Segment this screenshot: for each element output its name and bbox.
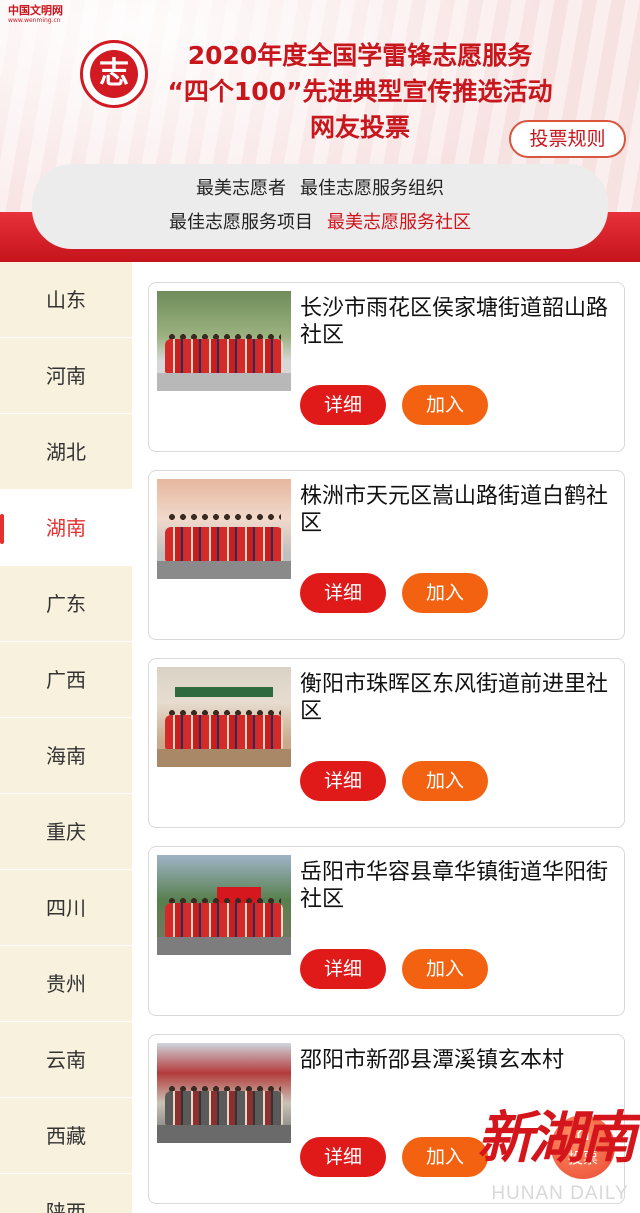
sidebar-item-guangdong[interactable]: 广东 [0,566,132,642]
sidebar-item-xizang[interactable]: 西藏 [0,1098,132,1174]
list-item[interactable]: 岳阳市华容县章华镇街道华阳街社区 详细 加入 [148,846,625,1016]
vote-float-button[interactable]: ⌂ 投票 [551,1115,615,1179]
detail-button[interactable]: 详细 [300,385,386,425]
community-photo[interactable] [157,291,291,391]
sidebar-item-sichuan[interactable]: 四川 [0,870,132,946]
tab-best-organization[interactable]: 最佳志愿服务组织 [300,178,444,200]
vote-rules-button[interactable]: 投票规则 [509,120,626,158]
community-title: 岳阳市华容县章华镇街道华阳街社区 [300,860,609,912]
sidebar-item-hainan[interactable]: 海南 [0,718,132,794]
detail-button[interactable]: 详细 [300,949,386,989]
sidebar-item-shandong[interactable]: 山东 [0,262,132,338]
sidebar-item-guangxi[interactable]: 广西 [0,642,132,718]
sidebar-item-chongqing[interactable]: 重庆 [0,794,132,870]
join-button[interactable]: 加入 [402,573,488,613]
tab-best-project[interactable]: 最佳志愿服务项目 [169,212,313,234]
community-title: 长沙市雨花区侯家塘街道韶山路社区 [300,296,609,348]
volunteer-emblem-icon: 志 [80,40,148,108]
page-title: 2020年度全国学雷锋志愿服务 “四个100”先进典型宣传推选活动 网友投票 [150,38,570,146]
site-name: 中国文明网 [8,4,63,17]
community-photo[interactable] [157,1043,291,1143]
sidebar-item-hunan[interactable]: 湖南 [0,490,132,566]
detail-button[interactable]: 详细 [300,761,386,801]
tab-best-community[interactable]: 最美志愿服务社区 [327,212,471,234]
emblem-text: 志 [90,50,138,98]
community-title: 邵阳市新邵县潭溪镇玄本村 [300,1048,565,1073]
title-line-2: “四个100”先进典型宣传推选活动 [167,77,553,106]
vote-float-label: 投票 [567,1149,598,1167]
community-title: 株洲市天元区嵩山路街道白鹤社区 [300,484,609,536]
community-photo[interactable] [157,479,291,579]
community-list: 长沙市雨花区侯家塘街道韶山路社区 详细 加入 株洲市天元区嵩山路街道白鹤社区 详… [148,282,625,1213]
title-line-3: 网友投票 [309,113,410,142]
sidebar-item-guizhou[interactable]: 贵州 [0,946,132,1022]
house-icon: ⌂ [576,1121,590,1146]
site-url: www.wenming.cn [8,17,61,24]
join-button[interactable]: 加入 [402,949,488,989]
join-button[interactable]: 加入 [402,385,488,425]
join-button[interactable]: 加入 [402,1137,488,1177]
tab-best-volunteer[interactable]: 最美志愿者 [196,178,286,200]
list-item[interactable]: 衡阳市珠晖区东风街道前进里社区 详细 加入 [148,658,625,828]
sidebar-item-shaanxi[interactable]: 陕西 [0,1174,132,1213]
title-line-1: 2020年度全国学雷锋志愿服务 [187,41,533,70]
sidebar-item-yunnan[interactable]: 云南 [0,1022,132,1098]
detail-button[interactable]: 详细 [300,1137,386,1177]
community-title: 衡阳市珠晖区东风街道前进里社区 [300,672,609,724]
community-photo[interactable] [157,855,291,955]
sidebar-item-henan[interactable]: 河南 [0,338,132,414]
community-photo[interactable] [157,667,291,767]
join-button[interactable]: 加入 [402,761,488,801]
site-logo[interactable]: 中国文明网 www.wenming.cn [8,4,78,25]
province-sidebar: 山东 河南 湖北 湖南 广东 广西 海南 重庆 四川 贵州 云南 西藏 陕西 [0,262,132,1213]
detail-button[interactable]: 详细 [300,573,386,613]
list-item[interactable]: 株洲市天元区嵩山路街道白鹤社区 详细 加入 [148,470,625,640]
category-tabs: 最美志愿者 最佳志愿服务组织 最佳志愿服务项目 最美志愿服务社区 [32,164,608,249]
sidebar-item-hubei[interactable]: 湖北 [0,414,132,490]
list-item[interactable]: 长沙市雨花区侯家塘街道韶山路社区 详细 加入 [148,282,625,452]
